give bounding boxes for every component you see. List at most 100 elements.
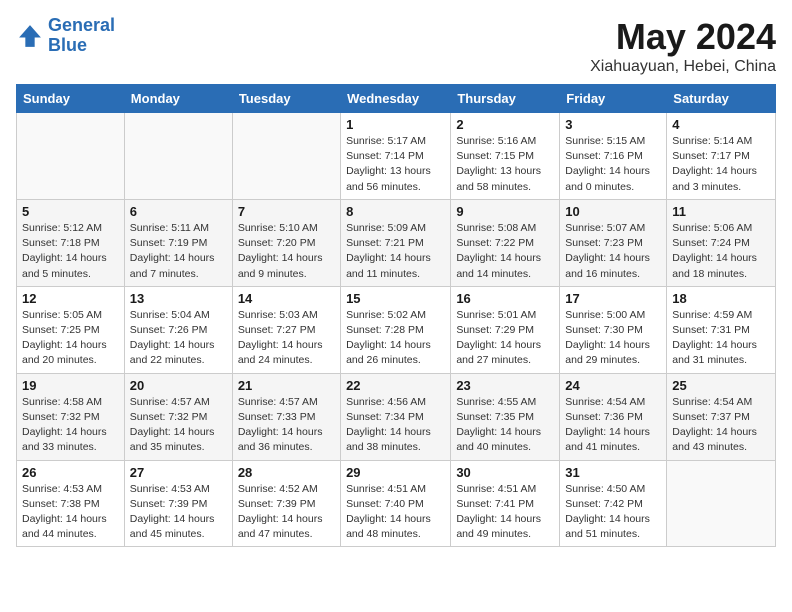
day-number: 16 [456, 291, 554, 306]
calendar-cell: 22Sunrise: 4:56 AMSunset: 7:34 PMDayligh… [341, 373, 451, 460]
day-number: 8 [346, 204, 445, 219]
day-info: Sunrise: 4:53 AMSunset: 7:38 PMDaylight:… [22, 482, 119, 543]
day-info: Sunrise: 5:03 AM Sunset: 7:27 PM Daylight:… [238, 308, 335, 369]
daylight-text: Daylight: 14 hours and 36 minutes. [238, 426, 323, 453]
day-number: 27 [130, 465, 227, 480]
day-number: 7 [238, 204, 335, 219]
calendar-cell: 13 Sunrise: 5:04 AM Sunset: 7:26 PM Dayligh… [124, 286, 232, 373]
sunrise-text: Sunrise: 5:15 AM [565, 135, 645, 147]
calendar-week-row: 1Sunrise: 5:17 AMSunset: 7:14 PMDaylight… [17, 113, 776, 200]
daylight-text: Daylight: 14 hours and 11 minutes. [346, 252, 431, 279]
daylight-text: Daylight: 14 hours and 22 minutes. [130, 339, 215, 366]
sunrise-text: Sunrise: 4:55 AM [456, 396, 536, 408]
day-info: Sunrise: 4:54 AMSunset: 7:37 PMDaylight:… [672, 395, 770, 456]
sunset-text: Sunset: 7:20 PM [238, 237, 316, 249]
day-number: 15 [346, 291, 445, 306]
sunset-text: Sunset: 7:36 PM [565, 411, 643, 423]
sunrise-text: Sunrise: 5:08 AM [456, 222, 536, 234]
day-info: Sunrise: 5:00 AMSunset: 7:30 PMDaylight:… [565, 308, 661, 369]
sunset-text: Sunset: 7:33 PM [238, 411, 316, 423]
weekday-header-row: SundayMondayTuesdayWednesdayThursdayFrid… [17, 85, 776, 113]
sunset-text: Sunset: 7:41 PM [456, 498, 534, 510]
day-info: Sunrise: 4:57 AMSunset: 7:32 PMDaylight:… [130, 395, 227, 456]
sunrise-text: Sunrise: 4:57 AM [238, 396, 318, 408]
sunrise-text: Sunrise: 4:52 AM [238, 483, 318, 495]
daylight-text: Daylight: 14 hours and 51 minutes. [565, 513, 650, 540]
sunset-text: Sunset: 7:16 PM [565, 150, 643, 162]
daylight-text: Daylight: 14 hours and 29 minutes. [565, 339, 650, 366]
sunrise-text: Sunrise: 5:11 AM [130, 222, 209, 234]
sunrise-text: Sunrise: 4:50 AM [565, 483, 645, 495]
day-number: 21 [238, 378, 335, 393]
sunrise-text: Sunrise: 4:51 AM [346, 483, 426, 495]
day-info: Sunrise: 5:01 AMSunset: 7:29 PMDaylight:… [456, 308, 554, 369]
sunset-text: Sunset: 7:42 PM [565, 498, 643, 510]
calendar-cell: 5Sunrise: 5:12 AMSunset: 7:18 PMDaylight… [17, 199, 125, 286]
calendar-cell: 31Sunrise: 4:50 AMSunset: 7:42 PMDayligh… [560, 460, 667, 547]
sunrise-text: Sunrise: 5:03 AM [238, 309, 318, 321]
logo-line1: General [48, 15, 115, 35]
daylight-text: Daylight: 14 hours and 9 minutes. [238, 252, 323, 279]
day-number: 6 [130, 204, 227, 219]
calendar-cell: 17Sunrise: 5:00 AMSunset: 7:30 PMDayligh… [560, 286, 667, 373]
sunrise-text: Sunrise: 4:57 AM [130, 396, 210, 408]
logo-line2: Blue [48, 35, 87, 55]
daylight-text: Daylight: 14 hours and 45 minutes. [130, 513, 215, 540]
sunset-text: Sunset: 7:15 PM [456, 150, 534, 162]
calendar-cell: 10Sunrise: 5:07 AMSunset: 7:23 PMDayligh… [560, 199, 667, 286]
day-info: Sunrise: 5:12 AMSunset: 7:18 PMDaylight:… [22, 221, 119, 282]
sunset-text: Sunset: 7:23 PM [565, 237, 643, 249]
day-number: 11 [672, 204, 770, 219]
sunset-text: Sunset: 7:29 PM [456, 324, 534, 336]
day-info: Sunrise: 5:16 AMSunset: 7:15 PMDaylight:… [456, 134, 554, 195]
calendar-week-row: 12Sunrise: 5:05 AMSunset: 7:25 PMDayligh… [17, 286, 776, 373]
day-info: Sunrise: 4:55 AMSunset: 7:35 PMDaylight:… [456, 395, 554, 456]
sunset-text: Sunset: 7:26 PM [130, 324, 208, 336]
sunset-text: Sunset: 7:27 PM [238, 324, 316, 336]
sunset-text: Sunset: 7:25 PM [22, 324, 100, 336]
day-number: 26 [22, 465, 119, 480]
weekday-header-sunday: Sunday [17, 85, 125, 113]
day-number: 30 [456, 465, 554, 480]
calendar-table: SundayMondayTuesdayWednesdayThursdayFrid… [16, 84, 776, 547]
sunset-text: Sunset: 7:37 PM [672, 411, 750, 423]
day-number: 14 [238, 291, 335, 306]
day-number: 23 [456, 378, 554, 393]
daylight-text: Daylight: 14 hours and 38 minutes. [346, 426, 431, 453]
sunrise-text: Sunrise: 5:04 AM [130, 309, 210, 321]
logo-text: General Blue [48, 16, 115, 56]
sunrise-text: Sunrise: 5:06 AM [672, 222, 752, 234]
day-number: 13 [130, 291, 227, 306]
sunset-text: Sunset: 7:18 PM [22, 237, 100, 249]
daylight-text: Daylight: 14 hours and 20 minutes. [22, 339, 107, 366]
day-info: Sunrise: 5:06 AMSunset: 7:24 PMDaylight:… [672, 221, 770, 282]
sunrise-text: Sunrise: 4:56 AM [346, 396, 426, 408]
day-number: 25 [672, 378, 770, 393]
daylight-text: Daylight: 14 hours and 47 minutes. [238, 513, 323, 540]
daylight-text: Daylight: 14 hours and 3 minutes. [672, 165, 757, 192]
calendar-cell: 23 Sunrise: 4:55 AMSunset: 7:35 PMDayligh… [451, 373, 560, 460]
sunset-text: Sunset: 7:19 PM [130, 237, 208, 249]
calendar-cell: 26 Sunrise: 4:53 AMSunset: 7:38 PMDayligh… [17, 460, 125, 547]
daylight-text: Daylight: 14 hours and 14 minutes. [456, 252, 541, 279]
daylight-text: Daylight: 14 hours and 24 minutes. [238, 339, 323, 366]
calendar-cell: 2Sunrise: 5:16 AMSunset: 7:15 PMDaylight… [451, 113, 560, 200]
day-number: 24 [565, 378, 661, 393]
sunrise-text: Sunrise: 4:53 AM [22, 483, 102, 495]
sunrise-text: Sunrise: 4:51 AM [456, 483, 536, 495]
calendar-cell: 16 Sunrise: 5:01 AMSunset: 7:29 PMDayligh… [451, 286, 560, 373]
calendar-cell: 25 Sunrise: 4:54 AMSunset: 7:37 PMDayligh… [667, 373, 776, 460]
day-number: 4 [672, 117, 770, 132]
daylight-text: Daylight: 14 hours and 44 minutes. [22, 513, 107, 540]
day-info: Sunrise: 4:56 AMSunset: 7:34 PMDaylight:… [346, 395, 445, 456]
day-number: 10 [565, 204, 661, 219]
weekday-header-wednesday: Wednesday [341, 85, 451, 113]
daylight-text: Daylight: 14 hours and 31 minutes. [672, 339, 757, 366]
sunrise-text: Sunrise: 5:16 AM [456, 135, 536, 147]
day-info: Sunrise: 5:08 AMSunset: 7:22 PMDaylight:… [456, 221, 554, 282]
sunset-text: Sunset: 7:39 PM [130, 498, 208, 510]
calendar-cell: 8Sunrise: 5:09 AMSunset: 7:21 PMDaylight… [341, 199, 451, 286]
weekday-header-friday: Friday [560, 85, 667, 113]
header: General Blue May 2024 Xiahuayuan, Hebei,… [16, 16, 776, 76]
calendar-cell: 3Sunrise: 5:15 AMSunset: 7:16 PMDaylight… [560, 113, 667, 200]
